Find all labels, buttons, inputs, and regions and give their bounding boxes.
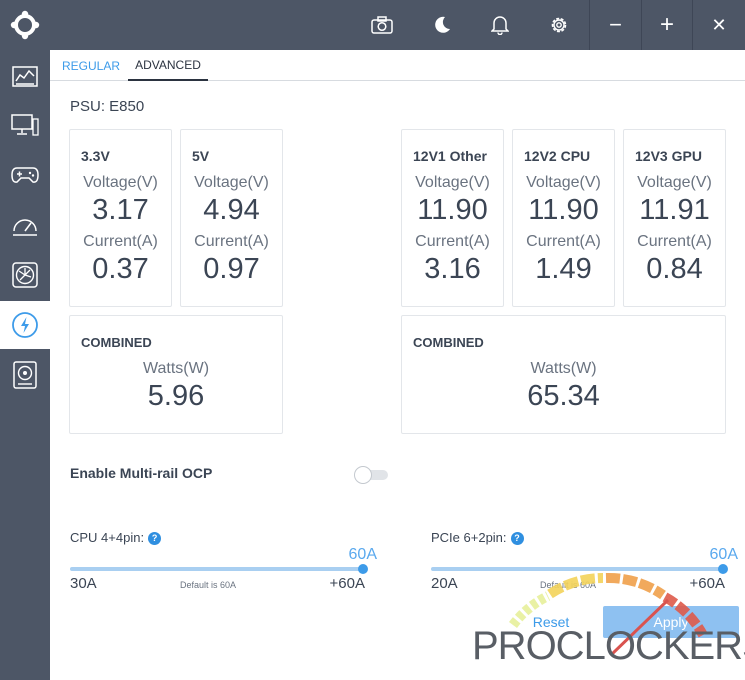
current-value: 0.97 — [203, 253, 260, 285]
storage-icon — [13, 361, 37, 389]
current-label: Current(A) — [637, 233, 712, 250]
title-bar: − + ✕ — [0, 0, 745, 50]
help-icon[interactable]: ? — [148, 532, 162, 546]
tab-advanced[interactable]: ADVANCED — [128, 50, 208, 81]
multi-rail-ocp-toggle[interactable] — [354, 466, 388, 484]
current-value: 0.37 — [92, 253, 149, 285]
cpu-slider-thumb[interactable] — [358, 564, 368, 574]
watts-value: 5.96 — [147, 380, 205, 412]
pcie-slider-label: PCIe 6+2pin:? — [431, 530, 524, 546]
rail-card-12v3-gpu: 12V3 GPU Voltage(V) 11.91 Current(A) 0.8… — [623, 129, 726, 307]
watermark-text: PROCLOCKERS — [472, 624, 745, 668]
combined-card-low: COMBINED Watts(W) 5.96 — [69, 315, 283, 434]
cpu-slider-min: 30A — [70, 575, 97, 592]
cpu-slider-track[interactable] — [70, 567, 365, 571]
rail-card-5v: 5V Voltage(V) 4.94 Current(A) 0.97 — [180, 129, 283, 307]
combined-title: COMBINED — [413, 335, 484, 350]
sidebar — [0, 50, 50, 680]
watts-value: 65.34 — [527, 380, 600, 412]
current-label: Current(A) — [526, 233, 601, 250]
rail-card-12v2-cpu: 12V2 CPU Voltage(V) 11.90 Current(A) 1.4… — [512, 129, 615, 307]
fan-icon — [12, 262, 38, 288]
toggle-knob — [354, 466, 372, 484]
dashboard-icon — [12, 66, 38, 87]
current-label: Current(A) — [415, 233, 490, 250]
help-icon[interactable]: ? — [510, 532, 524, 546]
voltage-label: Voltage(V) — [83, 174, 158, 191]
current-label: Current(A) — [83, 233, 158, 250]
speedometer-icon — [13, 219, 37, 236]
sidebar-item-dashboard[interactable] — [0, 52, 50, 100]
watts-label: Watts(W) — [530, 360, 597, 377]
combined-card-12v: COMBINED Watts(W) 65.34 — [401, 315, 726, 434]
sidebar-item-power[interactable] — [0, 301, 50, 349]
minimize-button[interactable]: − — [590, 0, 641, 50]
voltage-value: 3.17 — [92, 194, 149, 226]
close-button[interactable]: ✕ — [693, 0, 745, 50]
rail-title: 3.3V — [81, 148, 110, 164]
cpu-slider-label-text: CPU 4+4pin: — [70, 530, 145, 545]
voltage-label: Voltage(V) — [637, 174, 712, 191]
cpu-slider-max: +60A — [329, 575, 365, 592]
gamepad-icon — [11, 167, 39, 183]
multi-rail-ocp-label: Enable Multi-rail OCP — [70, 465, 213, 481]
cpu-slider-label: CPU 4+4pin:? — [70, 530, 162, 546]
current-value: 1.49 — [535, 253, 592, 285]
power-icon — [12, 312, 38, 338]
psu-model-label: PSU: E850 — [70, 98, 145, 115]
combined-title: COMBINED — [81, 335, 152, 350]
voltage-label: Voltage(V) — [526, 174, 601, 191]
current-value: 0.84 — [646, 253, 703, 285]
sidebar-item-gaming[interactable] — [0, 151, 50, 199]
bell-icon[interactable] — [478, 0, 522, 50]
current-label: Current(A) — [194, 233, 269, 250]
rail-title: 12V3 GPU — [635, 148, 702, 164]
voltage-label: Voltage(V) — [415, 174, 490, 191]
pcie-slider-min: 20A — [431, 575, 458, 592]
sidebar-item-storage[interactable] — [0, 351, 50, 399]
cpu-slider-default: Default is 60A — [180, 580, 237, 590]
rail-card-3v3: 3.3V Voltage(V) 3.17 Current(A) 0.37 — [69, 129, 172, 307]
sidebar-item-performance[interactable] — [0, 201, 50, 249]
watts-label: Watts(W) — [142, 360, 210, 377]
monitor-icon — [11, 114, 39, 136]
tab-regular[interactable]: REGULAR — [56, 50, 126, 81]
current-value: 3.16 — [424, 253, 481, 285]
voltage-label: Voltage(V) — [194, 174, 269, 191]
rail-title: 5V — [192, 148, 210, 164]
gear-icon[interactable] — [537, 0, 581, 50]
tab-bar: REGULAR ADVANCED — [50, 50, 745, 81]
moon-icon[interactable] — [420, 0, 464, 50]
sidebar-item-system[interactable] — [0, 101, 50, 149]
voltage-value: 4.94 — [203, 194, 260, 226]
app-logo-icon — [0, 0, 50, 50]
voltage-value: 11.90 — [528, 194, 599, 226]
pcie-slider-current: 60A — [709, 546, 738, 563]
camera-icon[interactable] — [360, 0, 404, 50]
voltage-value: 11.90 — [417, 194, 488, 226]
rail-title: 12V2 CPU — [524, 148, 591, 164]
rail-card-12v1-other: 12V1 Other Voltage(V) 11.90 Current(A) 3… — [401, 129, 504, 307]
cpu-slider-current: 60A — [348, 546, 377, 563]
sidebar-item-cooling[interactable] — [0, 251, 50, 299]
voltage-value: 11.91 — [639, 194, 710, 226]
maximize-button[interactable]: + — [642, 0, 692, 50]
rail-title: 12V1 Other — [413, 148, 487, 164]
pcie-slider-label-text: PCIe 6+2pin: — [431, 530, 507, 545]
